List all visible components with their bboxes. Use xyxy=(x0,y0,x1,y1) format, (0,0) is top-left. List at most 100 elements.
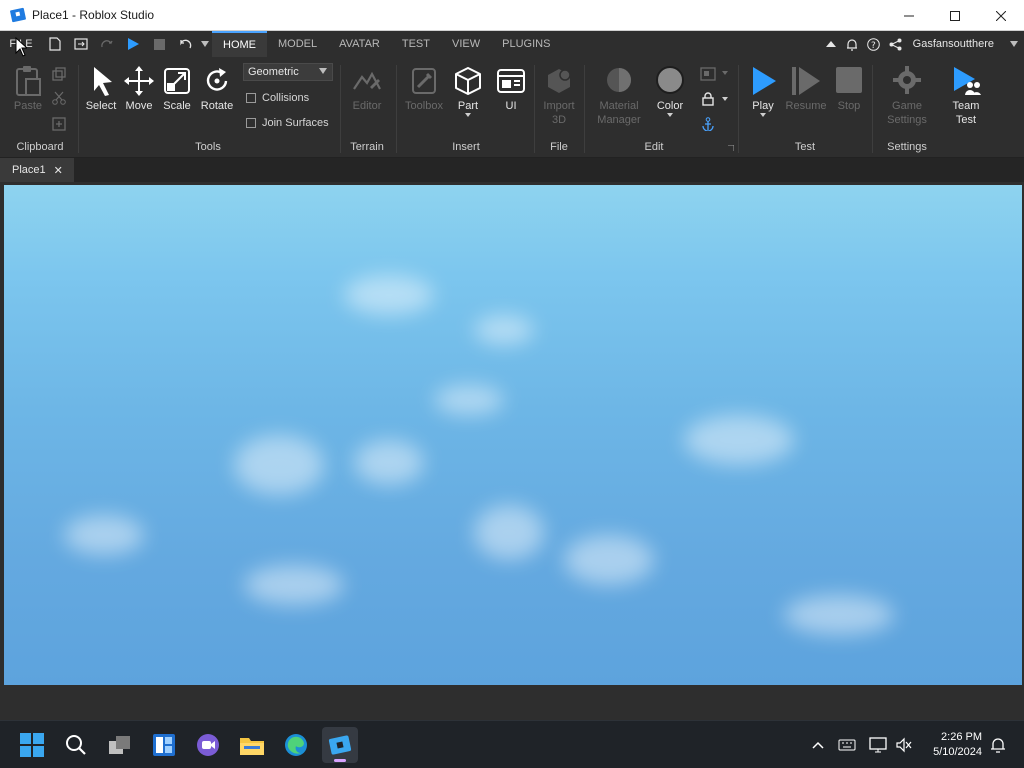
scale-label: Scale xyxy=(163,100,191,112)
notifications-button[interactable] xyxy=(841,31,863,57)
terrain-editor-icon xyxy=(353,71,381,90)
group-label-insert: Insert xyxy=(452,141,480,153)
tab-plugins[interactable]: PLUGINS xyxy=(491,31,561,57)
cut-icon[interactable] xyxy=(52,91,66,105)
scale-icon xyxy=(164,68,190,94)
import-3d-label-line1: Import xyxy=(543,100,575,112)
toolbox-button[interactable]: Toolbox xyxy=(402,65,446,113)
material-sphere-icon xyxy=(607,68,631,92)
show-hidden-icons-button[interactable] xyxy=(808,721,828,768)
roblox-studio-window: Place1 - Roblox Studio FILE xyxy=(0,0,1024,768)
widgets-button[interactable] xyxy=(146,727,182,763)
file-explorer-button[interactable] xyxy=(234,727,270,763)
move-tool-button[interactable]: Move xyxy=(122,65,156,113)
play-label: Play xyxy=(752,100,774,112)
start-button[interactable] xyxy=(14,727,50,763)
task-view-button[interactable] xyxy=(102,727,138,763)
maximize-button[interactable] xyxy=(932,0,978,31)
anchor-icon[interactable] xyxy=(701,117,715,131)
search-button[interactable] xyxy=(58,727,94,763)
close-window-button[interactable] xyxy=(978,0,1024,31)
chevron-down-icon[interactable] xyxy=(722,71,728,75)
share-button[interactable] xyxy=(885,31,907,57)
material-manager-button[interactable]: Material Manager xyxy=(592,65,646,127)
sky-cloud xyxy=(344,275,434,315)
part-button[interactable]: Part xyxy=(450,65,486,119)
bottom-panel xyxy=(0,686,1024,720)
stop-label: Stop xyxy=(837,100,861,112)
help-button[interactable]: ? xyxy=(863,31,885,57)
quick-access-dropdown[interactable] xyxy=(198,31,212,57)
lock-icon[interactable] xyxy=(701,92,715,106)
network-button[interactable] xyxy=(866,721,890,768)
group-icon[interactable] xyxy=(700,67,716,81)
select-label: Select xyxy=(85,100,117,112)
paste-button[interactable]: Paste xyxy=(10,65,46,113)
rotate-tool-button[interactable]: Rotate xyxy=(198,65,236,113)
expand-edit-group-icon[interactable] xyxy=(728,145,734,151)
redo-button[interactable] xyxy=(94,31,120,57)
windows-taskbar: 2:26 PM 5/10/2024 xyxy=(0,720,1024,768)
transform-mode-select[interactable]: Geometric xyxy=(243,63,333,81)
help-icon: ? xyxy=(867,37,880,51)
sky-cloud xyxy=(474,315,534,345)
tab-test[interactable]: TEST xyxy=(391,31,441,57)
document-tab-place1[interactable]: Place1 ✕ xyxy=(0,158,74,182)
teams-chat-button[interactable] xyxy=(190,727,226,763)
collapse-ribbon-button[interactable] xyxy=(821,31,841,57)
svg-text:?: ? xyxy=(871,41,876,51)
collisions-checkbox[interactable]: Collisions xyxy=(246,92,309,104)
edge-browser-button[interactable] xyxy=(278,727,314,763)
copy-icon[interactable] xyxy=(52,67,66,81)
chevron-down-icon xyxy=(465,113,471,117)
stop-button[interactable]: Stop xyxy=(832,65,866,113)
open-file-button[interactable] xyxy=(68,31,94,57)
color-button[interactable]: Color xyxy=(652,65,688,119)
scale-tool-button[interactable]: Scale xyxy=(160,65,194,113)
rotate-icon xyxy=(206,68,228,91)
duplicate-icon[interactable] xyxy=(52,117,66,131)
account-menu-button[interactable] xyxy=(1004,31,1024,57)
color-swatch-icon xyxy=(656,66,684,94)
tab-view[interactable]: VIEW xyxy=(441,31,491,57)
document-tab-strip: Place1 ✕ xyxy=(0,158,1024,182)
team-test-button[interactable]: Team Test xyxy=(944,65,988,127)
keyboard-layout-button[interactable] xyxy=(834,721,860,768)
terrain-editor-button[interactable]: Editor xyxy=(346,65,388,113)
folder-icon xyxy=(240,738,264,755)
play-button[interactable]: Play xyxy=(744,65,782,119)
chevron-down-icon[interactable] xyxy=(722,97,728,101)
clock-date: 5/10/2024 xyxy=(933,746,982,758)
ui-button[interactable]: UI xyxy=(494,65,528,113)
sky-cloud xyxy=(64,515,144,555)
taskbar-clock[interactable]: 2:26 PM 5/10/2024 xyxy=(933,730,982,760)
roblox-studio-taskbar-button[interactable] xyxy=(322,727,358,763)
user-account-name[interactable]: Gasfansoutthere xyxy=(913,38,994,50)
quick-stop-button[interactable] xyxy=(146,31,172,57)
quick-play-button[interactable] xyxy=(120,31,146,57)
close-tab-icon[interactable]: ✕ xyxy=(54,164,63,177)
group-label-tools: Tools xyxy=(195,141,221,153)
terrain-editor-label: Editor xyxy=(352,100,382,112)
resume-button[interactable]: Resume xyxy=(782,65,830,113)
game-settings-button[interactable]: Game Settings xyxy=(880,65,934,127)
tab-model[interactable]: MODEL xyxy=(267,31,328,57)
tab-home[interactable]: HOME xyxy=(212,31,267,57)
minimize-button[interactable] xyxy=(886,0,932,31)
tab-avatar[interactable]: AVATAR xyxy=(328,31,391,57)
speaker-muted-icon xyxy=(896,737,912,753)
notification-center-button[interactable] xyxy=(986,721,1010,768)
widgets-icon xyxy=(153,734,175,756)
3d-viewport[interactable] xyxy=(4,185,1022,685)
bell-icon xyxy=(846,38,857,51)
volume-button[interactable] xyxy=(892,721,916,768)
join-surfaces-checkbox[interactable]: Join Surfaces xyxy=(246,117,329,129)
team-test-label-line1: Team xyxy=(952,100,980,112)
undo-button[interactable] xyxy=(172,31,198,57)
ribbon-separator xyxy=(340,65,341,153)
close-icon xyxy=(996,10,1006,21)
select-tool-button[interactable]: Select xyxy=(84,65,118,113)
import-3d-button[interactable]: Import 3D xyxy=(538,65,580,127)
stop-icon xyxy=(153,38,165,50)
new-file-button[interactable] xyxy=(42,31,68,57)
